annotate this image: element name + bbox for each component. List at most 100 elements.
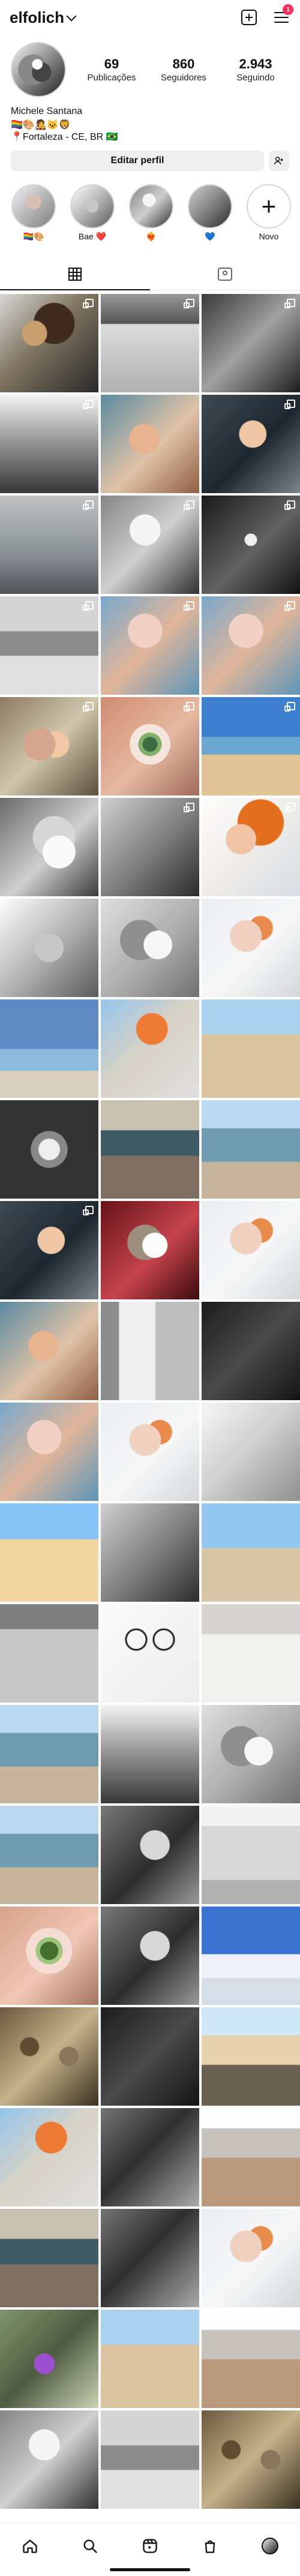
nav-search[interactable] <box>79 2535 101 2557</box>
post-thumbnail[interactable] <box>0 2007 98 2106</box>
post-thumbnail[interactable] <box>0 2310 98 2408</box>
posts-stat[interactable]: 69 Publicações <box>86 56 137 82</box>
post-thumbnail[interactable] <box>101 899 199 997</box>
highlight-label: Bae ❤️ <box>78 232 107 241</box>
post-thumbnail[interactable] <box>0 1705 98 1803</box>
tab-tagged-posts[interactable] <box>150 259 300 290</box>
post-thumbnail[interactable] <box>101 2007 199 2106</box>
post-thumbnail[interactable] <box>0 1100 98 1199</box>
post-thumbnail[interactable] <box>101 1604 199 1703</box>
story-highlight[interactable]: ❤️‍🔥 <box>126 184 176 253</box>
bottom-navigation <box>0 2523 300 2576</box>
post-thumbnail[interactable] <box>101 1201 199 1299</box>
post-thumbnail[interactable] <box>101 1100 199 1199</box>
post-thumbnail[interactable] <box>0 899 98 997</box>
posts-label: Publicações <box>87 72 136 83</box>
discover-people-button[interactable] <box>269 151 289 171</box>
post-thumbnail[interactable] <box>0 999 98 1098</box>
nav-home[interactable] <box>19 2535 41 2557</box>
new-highlight[interactable]: + Novo <box>244 184 294 253</box>
post-thumbnail[interactable] <box>0 1604 98 1703</box>
post-thumbnail[interactable] <box>202 798 300 896</box>
post-thumbnail[interactable] <box>101 596 199 695</box>
edit-profile-button[interactable]: Editar perfil <box>11 151 264 171</box>
post-thumbnail[interactable] <box>0 2108 98 2206</box>
nav-profile[interactable] <box>259 2535 281 2557</box>
post-thumbnail[interactable] <box>0 496 98 594</box>
post-thumbnail[interactable] <box>0 1302 98 1400</box>
post-thumbnail[interactable] <box>0 294 98 392</box>
post-thumbnail[interactable] <box>0 1201 98 1299</box>
post-thumbnail[interactable] <box>101 2310 199 2408</box>
post-thumbnail[interactable] <box>202 1705 300 1803</box>
carousel-icon <box>284 702 295 711</box>
story-highlight[interactable]: Bae ❤️ <box>67 184 118 253</box>
post-thumbnail[interactable] <box>101 798 199 896</box>
post-thumbnail[interactable] <box>202 596 300 695</box>
post-thumbnail[interactable] <box>0 1503 98 1602</box>
post-thumbnail[interactable] <box>0 2209 98 2307</box>
following-count: 2.943 <box>239 56 272 72</box>
post-thumbnail[interactable] <box>101 999 199 1098</box>
carousel-icon <box>83 601 94 611</box>
post-thumbnail[interactable] <box>202 395 300 493</box>
create-post-button[interactable] <box>240 8 258 26</box>
post-thumbnail[interactable] <box>202 496 300 594</box>
post-thumbnail[interactable] <box>202 1100 300 1199</box>
menu-button[interactable]: 1 <box>272 4 293 26</box>
post-thumbnail[interactable] <box>202 1201 300 1299</box>
post-thumbnail[interactable] <box>0 697 98 795</box>
post-thumbnail[interactable] <box>101 1806 199 1904</box>
post-thumbnail[interactable] <box>101 496 199 594</box>
post-thumbnail[interactable] <box>101 395 199 493</box>
bio-line-2: 📍Fortaleza - CE, BR 🇧🇷 <box>11 132 118 142</box>
story-highlight[interactable]: 🏳️‍🌈🎨 <box>8 184 59 253</box>
post-thumbnail[interactable] <box>0 798 98 896</box>
highlight-thumbnail <box>129 184 173 229</box>
post-thumbnail[interactable] <box>202 1806 300 1904</box>
carousel-icon <box>83 400 94 409</box>
post-thumbnail[interactable] <box>0 1907 98 2005</box>
post-thumbnail[interactable] <box>101 1302 199 1400</box>
carousel-icon <box>284 803 295 812</box>
following-stat[interactable]: 2.943 Seguindo <box>230 56 281 82</box>
post-thumbnail[interactable] <box>101 1403 199 1501</box>
post-thumbnail[interactable] <box>202 1302 300 1400</box>
post-thumbnail[interactable] <box>101 697 199 795</box>
post-thumbnail[interactable] <box>101 2209 199 2307</box>
post-thumbnail[interactable] <box>0 395 98 493</box>
post-thumbnail[interactable] <box>101 1907 199 2005</box>
post-thumbnail[interactable] <box>101 2108 199 2206</box>
story-highlight[interactable]: 💙 <box>185 184 235 253</box>
post-thumbnail[interactable] <box>101 2410 199 2509</box>
post-thumbnail[interactable] <box>0 1806 98 1904</box>
post-thumbnail[interactable] <box>101 294 199 392</box>
post-thumbnail[interactable] <box>202 999 300 1098</box>
nav-shop[interactable] <box>199 2535 221 2557</box>
post-thumbnail[interactable] <box>0 1403 98 1501</box>
post-thumbnail[interactable] <box>101 1705 199 1803</box>
account-switcher[interactable]: elfolich <box>10 8 77 27</box>
tab-posts-grid[interactable] <box>0 259 150 290</box>
post-thumbnail[interactable] <box>202 899 300 997</box>
nav-reels[interactable] <box>139 2535 161 2557</box>
post-thumbnail[interactable] <box>202 2410 300 2509</box>
post-thumbnail[interactable] <box>202 2007 300 2106</box>
post-thumbnail[interactable] <box>202 2108 300 2206</box>
post-thumbnail[interactable] <box>202 1403 300 1501</box>
post-thumbnail[interactable] <box>202 1604 300 1703</box>
post-thumbnail[interactable] <box>0 596 98 695</box>
post-thumbnail[interactable] <box>202 2310 300 2408</box>
post-thumbnail[interactable] <box>202 2209 300 2307</box>
post-thumbnail[interactable] <box>202 1503 300 1602</box>
carousel-icon <box>284 500 295 510</box>
post-thumbnail[interactable] <box>202 294 300 392</box>
carousel-icon <box>184 803 194 812</box>
post-thumbnail[interactable] <box>202 1907 300 2005</box>
followers-stat[interactable]: 860 Seguidores <box>158 56 209 82</box>
post-thumbnail[interactable] <box>202 697 300 795</box>
profile-avatar[interactable] <box>11 42 66 97</box>
carousel-icon <box>184 500 194 510</box>
post-thumbnail[interactable] <box>0 2410 98 2509</box>
post-thumbnail[interactable] <box>101 1503 199 1602</box>
